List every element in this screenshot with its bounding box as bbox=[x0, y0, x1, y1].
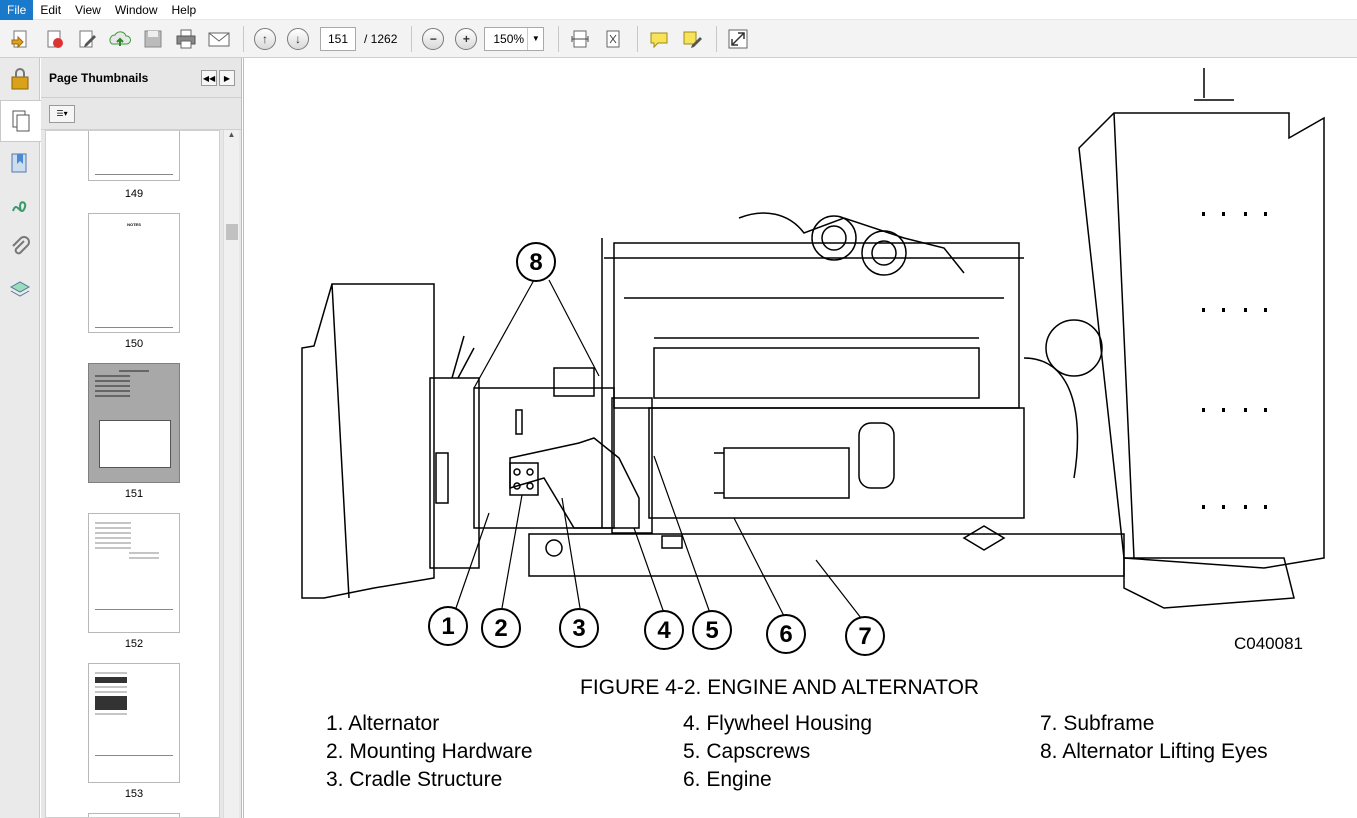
thumbnail-scrollbar[interactable]: ▲ bbox=[223, 130, 239, 818]
thumbnail-151[interactable] bbox=[88, 363, 180, 483]
collapse-panel-icon[interactable]: ◀◀ bbox=[201, 70, 217, 86]
page-up-icon[interactable]: ↑ bbox=[250, 24, 280, 54]
layers-icon[interactable] bbox=[0, 268, 40, 310]
thumbnail-label: 151 bbox=[124, 488, 144, 500]
callout-1: 1 bbox=[441, 613, 454, 640]
menu-view[interactable]: View bbox=[68, 0, 108, 20]
thumbnail-152[interactable] bbox=[88, 513, 180, 633]
signature-icon[interactable] bbox=[0, 184, 40, 226]
menu-file[interactable]: File bbox=[0, 0, 34, 20]
attachment-icon[interactable] bbox=[0, 226, 40, 268]
legend-column-2: 4. Flywheel Housing 5. Capscrews 6. Engi… bbox=[683, 710, 872, 794]
comment-icon[interactable] bbox=[644, 24, 674, 54]
callout-3: 3 bbox=[572, 615, 585, 642]
thumbnail-list: 149 NOTES 150 151 152 153 bbox=[45, 130, 220, 818]
legend-column-3: 7. Subframe 8. Alternator Lifting Eyes bbox=[1040, 710, 1268, 766]
thumbnail-150[interactable]: NOTES bbox=[88, 213, 180, 333]
toolbar-separator bbox=[411, 25, 413, 52]
toolbar: ↑ ↓ 151 / 1262 − + 150% ▼ bbox=[0, 20, 1357, 58]
page-down-icon[interactable]: ↓ bbox=[283, 24, 313, 54]
callout-5: 5 bbox=[705, 617, 718, 644]
engine-alternator-figure: 8 1 2 3 4 5 6 7 bbox=[301, 68, 1325, 656]
toolbar-separator bbox=[558, 25, 560, 52]
page-total: / 1262 bbox=[364, 31, 398, 46]
page-number-input[interactable]: 151 bbox=[320, 26, 356, 51]
legend-item: 8. Alternator Lifting Eyes bbox=[1040, 740, 1268, 763]
menu-bar: File Edit View Window Help bbox=[0, 0, 1357, 20]
thumbnail-149[interactable] bbox=[88, 131, 180, 181]
zoom-value: 150% bbox=[493, 31, 525, 46]
legend-item: 3. Cradle Structure bbox=[326, 768, 503, 791]
toolbar-separator bbox=[716, 25, 718, 52]
thumbnail-label: 153 bbox=[124, 788, 144, 800]
export-icon[interactable] bbox=[39, 24, 69, 54]
legend-item: 7. Subframe bbox=[1040, 712, 1155, 735]
menu-help[interactable]: Help bbox=[165, 0, 204, 20]
highlight-icon[interactable] bbox=[677, 24, 707, 54]
fit-page-icon[interactable] bbox=[565, 24, 595, 54]
scrollbar-thumb[interactable] bbox=[226, 224, 238, 240]
toolbar-separator bbox=[243, 25, 244, 52]
legend-item: 4. Flywheel Housing bbox=[683, 712, 873, 735]
zoom-out-icon[interactable]: − bbox=[418, 24, 448, 54]
callout-6: 6 bbox=[779, 621, 792, 648]
zoom-in-icon[interactable]: + bbox=[451, 24, 481, 54]
toolbar-separator bbox=[637, 25, 639, 52]
chevron-down-icon[interactable]: ▼ bbox=[527, 27, 543, 50]
figure-caption: FIGURE 4-2. ENGINE AND ALTERNATOR bbox=[580, 676, 980, 699]
save-icon[interactable] bbox=[138, 24, 168, 54]
thumbnail-label: 152 bbox=[124, 638, 144, 650]
callout-7: 7 bbox=[858, 623, 871, 650]
page-thumbnails-icon[interactable] bbox=[0, 100, 41, 142]
legend-item: 2. Mounting Hardware bbox=[326, 740, 533, 763]
navigation-rail bbox=[0, 58, 41, 818]
callout-4: 4 bbox=[657, 617, 671, 644]
thumbnail-label: 149 bbox=[124, 188, 144, 200]
fullscreen-icon[interactable] bbox=[723, 24, 753, 54]
thumbnail-153[interactable] bbox=[88, 663, 180, 783]
email-icon[interactable] bbox=[204, 24, 234, 54]
menu-edit[interactable]: Edit bbox=[33, 0, 68, 20]
legend-column-1: 1. Alternator 2. Mounting Hardware 3. Cr… bbox=[326, 710, 533, 794]
thumbnail-154[interactable] bbox=[88, 813, 180, 817]
lock-icon[interactable] bbox=[0, 58, 40, 100]
figure-code: C040081 bbox=[1234, 634, 1304, 653]
bookmark-icon[interactable] bbox=[0, 142, 40, 184]
legend-item: 1. Alternator bbox=[326, 712, 440, 735]
document-view: 8 1 2 3 4 5 6 7 C040081 FIGURE 4-2. ENGI… bbox=[243, 58, 1357, 818]
chevron-right-icon[interactable]: ▶ bbox=[219, 70, 235, 86]
panel-options: ☰▾ bbox=[41, 98, 241, 130]
zoom-select[interactable]: 150% ▼ bbox=[484, 26, 545, 51]
thumbnail-label: 150 bbox=[124, 338, 144, 350]
upload-icon[interactable] bbox=[105, 24, 135, 54]
options-menu-icon[interactable]: ☰▾ bbox=[49, 104, 75, 123]
callout-8: 8 bbox=[529, 249, 542, 276]
callout-2: 2 bbox=[494, 615, 507, 642]
panel-header: Page Thumbnails ◀◀ ▶ bbox=[41, 58, 241, 98]
panel-title: Page Thumbnails bbox=[49, 70, 149, 85]
create-icon[interactable] bbox=[6, 24, 36, 54]
print-icon[interactable] bbox=[171, 24, 201, 54]
rotate-icon[interactable] bbox=[598, 24, 628, 54]
legend-item: 6. Engine bbox=[683, 768, 772, 791]
thumbnails-panel: Page Thumbnails ◀◀ ▶ ☰▾ 149 NOTES 150 15… bbox=[41, 58, 242, 818]
menu-window[interactable]: Window bbox=[108, 0, 165, 20]
legend-item: 5. Capscrews bbox=[683, 740, 811, 763]
edit-icon[interactable] bbox=[72, 24, 102, 54]
